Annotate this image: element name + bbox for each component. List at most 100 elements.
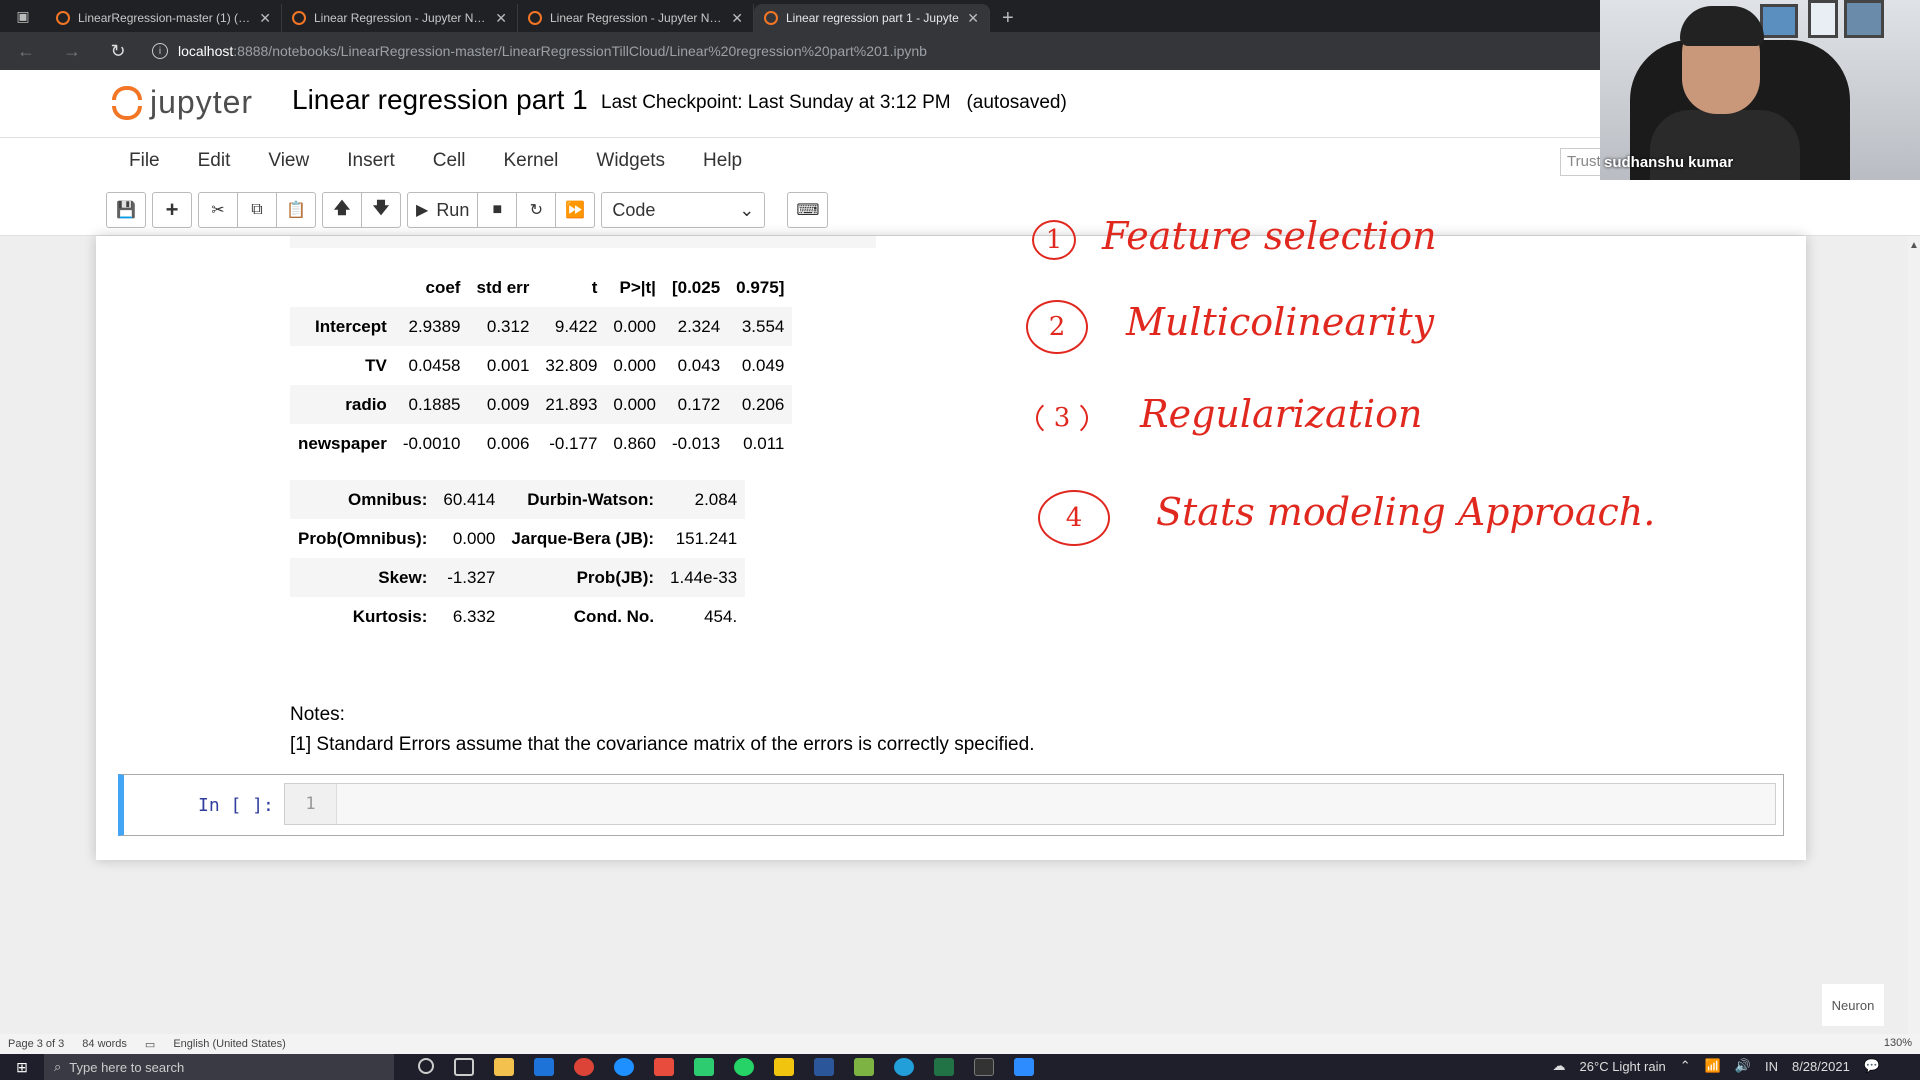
terminal-icon[interactable] [974, 1058, 994, 1076]
menu-kernel[interactable]: Kernel [484, 150, 577, 172]
menu-widgets[interactable]: Widgets [577, 150, 684, 172]
command-palette-button[interactable]: ⌨ [787, 192, 829, 228]
page-count[interactable]: Page 3 of 3 [8, 1038, 64, 1050]
close-icon[interactable]: ✕ [259, 10, 271, 27]
weather-text[interactable]: 26°C Light rain [1580, 1059, 1666, 1074]
tab-label: Linear Regression - Jupyter Note [550, 11, 724, 25]
table-cell: 2.9389 [408, 316, 461, 336]
menu-edit[interactable]: Edit [179, 150, 250, 172]
notebook-title[interactable]: Linear regression part 1 [292, 84, 588, 116]
cell-type-select[interactable]: Code ⌄ [601, 192, 766, 228]
table-cell: 0.006 [486, 433, 530, 453]
close-icon[interactable]: ✕ [731, 10, 743, 27]
back-arrow-icon[interactable]: ← [14, 41, 38, 62]
browser-tab-1[interactable]: LinearRegression-master (1) (4)/ ✕ [46, 4, 282, 32]
table-header-row: coef std err t P>|t| [0.025 0.975] [290, 268, 792, 307]
chevron-down-icon: ⌄ [739, 199, 755, 220]
move-up-button[interactable]: 🡅 [322, 192, 362, 228]
excel-icon[interactable] [934, 1058, 954, 1076]
row-label: TV [365, 355, 387, 375]
browser-tab-3[interactable]: Linear Regression - Jupyter Note ✕ [518, 4, 754, 32]
table-cell: 0.206 [741, 394, 785, 414]
table-header: t [591, 277, 598, 297]
store-icon[interactable] [654, 1058, 674, 1076]
wall-picture [1760, 4, 1798, 38]
cell-type-value: Code [612, 199, 656, 220]
save-icon: 💾 [116, 202, 136, 219]
menu-cell[interactable]: Cell [414, 150, 485, 172]
taskbar-search[interactable]: ⌕ Type here to search [44, 1054, 394, 1080]
chrome-icon[interactable] [574, 1058, 594, 1076]
volume-icon[interactable]: 🔊 [1735, 1058, 1751, 1074]
mail-icon[interactable] [534, 1058, 554, 1076]
browser-tab-2[interactable]: Linear Regression - Jupyter Note ✕ [282, 4, 518, 32]
page-scrollbar[interactable]: ▲ [1908, 236, 1920, 1036]
presenter-name: sudhanshu kumar [1604, 154, 1734, 171]
jupyter-logo[interactable]: jupyter [110, 82, 253, 122]
close-icon[interactable]: ✕ [495, 10, 507, 27]
play-icon: ▶ [416, 202, 429, 219]
app-icon[interactable] [694, 1058, 714, 1076]
cut-button[interactable]: ✂ [198, 192, 238, 228]
arrow-down-icon: 🡇 [372, 199, 390, 217]
search-icon: ⌕ [54, 1059, 62, 1074]
new-tab-icon[interactable]: + [990, 4, 1026, 32]
zoom-icon[interactable] [1014, 1058, 1034, 1076]
edge-icon[interactable] [614, 1058, 634, 1076]
table-cell: -0.177 [549, 433, 598, 453]
row-label: Omnibus: [348, 489, 428, 509]
chevron-up-icon[interactable]: ⌃ [1680, 1058, 1691, 1074]
windows-start-icon[interactable]: ⊞ [0, 1059, 44, 1076]
site-info-icon[interactable]: i [152, 43, 168, 59]
table-row: Omnibus: 60.414 Durbin-Watson: 2.084 [290, 480, 746, 519]
window-menu-icon[interactable]: ▣ [0, 0, 46, 32]
file-explorer-icon[interactable] [494, 1058, 514, 1076]
restart-button[interactable]: ↻ [516, 192, 557, 228]
close-icon[interactable]: ✕ [967, 10, 979, 27]
table-cell: 1.44e-33 [670, 567, 738, 587]
language-indicator[interactable]: English (United States) [173, 1038, 286, 1050]
table-row: newspaper -0.0010 0.006 -0.177 0.860 -0.… [290, 424, 792, 463]
forward-arrow-icon[interactable]: → [60, 41, 84, 62]
notepad-icon[interactable] [854, 1058, 874, 1076]
menu-file[interactable]: File [110, 150, 179, 172]
language-code[interactable]: IN [1765, 1059, 1778, 1074]
weather-icon[interactable]: ☁ [1553, 1058, 1566, 1074]
sticky-notes-icon[interactable] [774, 1058, 794, 1076]
copy-button[interactable]: ⧉ [237, 192, 277, 228]
menu-view[interactable]: View [249, 150, 328, 172]
clock-date[interactable]: 8/28/2021 [1792, 1059, 1850, 1074]
run-button[interactable]: ▶ Run [407, 192, 479, 228]
interrupt-button[interactable]: ■ [477, 192, 518, 228]
table-cell: -0.0010 [402, 433, 461, 453]
move-down-button[interactable]: 🡇 [361, 192, 401, 228]
proofing-icon[interactable]: ▭ [145, 1038, 155, 1051]
task-view-icon[interactable] [454, 1058, 474, 1076]
table-cell: 2.324 [677, 316, 721, 336]
menu-insert[interactable]: Insert [328, 150, 414, 172]
whatsapp-icon[interactable] [734, 1058, 754, 1076]
zoom-level[interactable]: 130% [1884, 1037, 1912, 1049]
network-icon[interactable]: 📶 [1705, 1058, 1721, 1074]
code-input[interactable]: 1 [284, 783, 1776, 825]
cortana-icon[interactable] [418, 1058, 434, 1074]
insert-cell-button[interactable]: + [152, 192, 192, 228]
restart-run-all-button[interactable]: ⏩ [555, 192, 596, 228]
table-cell: 454. [704, 606, 738, 626]
url-field[interactable]: i localhost:8888/notebooks/LinearRegress… [152, 43, 927, 59]
word-icon[interactable] [814, 1058, 834, 1076]
paste-button[interactable]: 📋 [276, 192, 316, 228]
browser-tab-4-active[interactable]: Linear regression part 1 - Jupyte ✕ [754, 4, 990, 32]
keyboard-icon: ⌨ [796, 202, 820, 219]
word-count[interactable]: 84 words [82, 1038, 127, 1050]
search-placeholder: Type here to search [69, 1059, 185, 1075]
telegram-icon[interactable] [894, 1058, 914, 1076]
scroll-up-icon[interactable]: ▲ [1908, 236, 1920, 251]
notification-icon[interactable]: 💬 [1864, 1058, 1880, 1074]
save-button[interactable]: 💾 [106, 192, 146, 228]
menu-help[interactable]: Help [684, 150, 761, 172]
table-header: std err [476, 277, 530, 297]
reload-icon[interactable]: ↻ [106, 41, 130, 62]
table-cell: 0.000 [452, 528, 496, 548]
code-cell-selected[interactable]: In [ ]: 1 [118, 774, 1784, 836]
